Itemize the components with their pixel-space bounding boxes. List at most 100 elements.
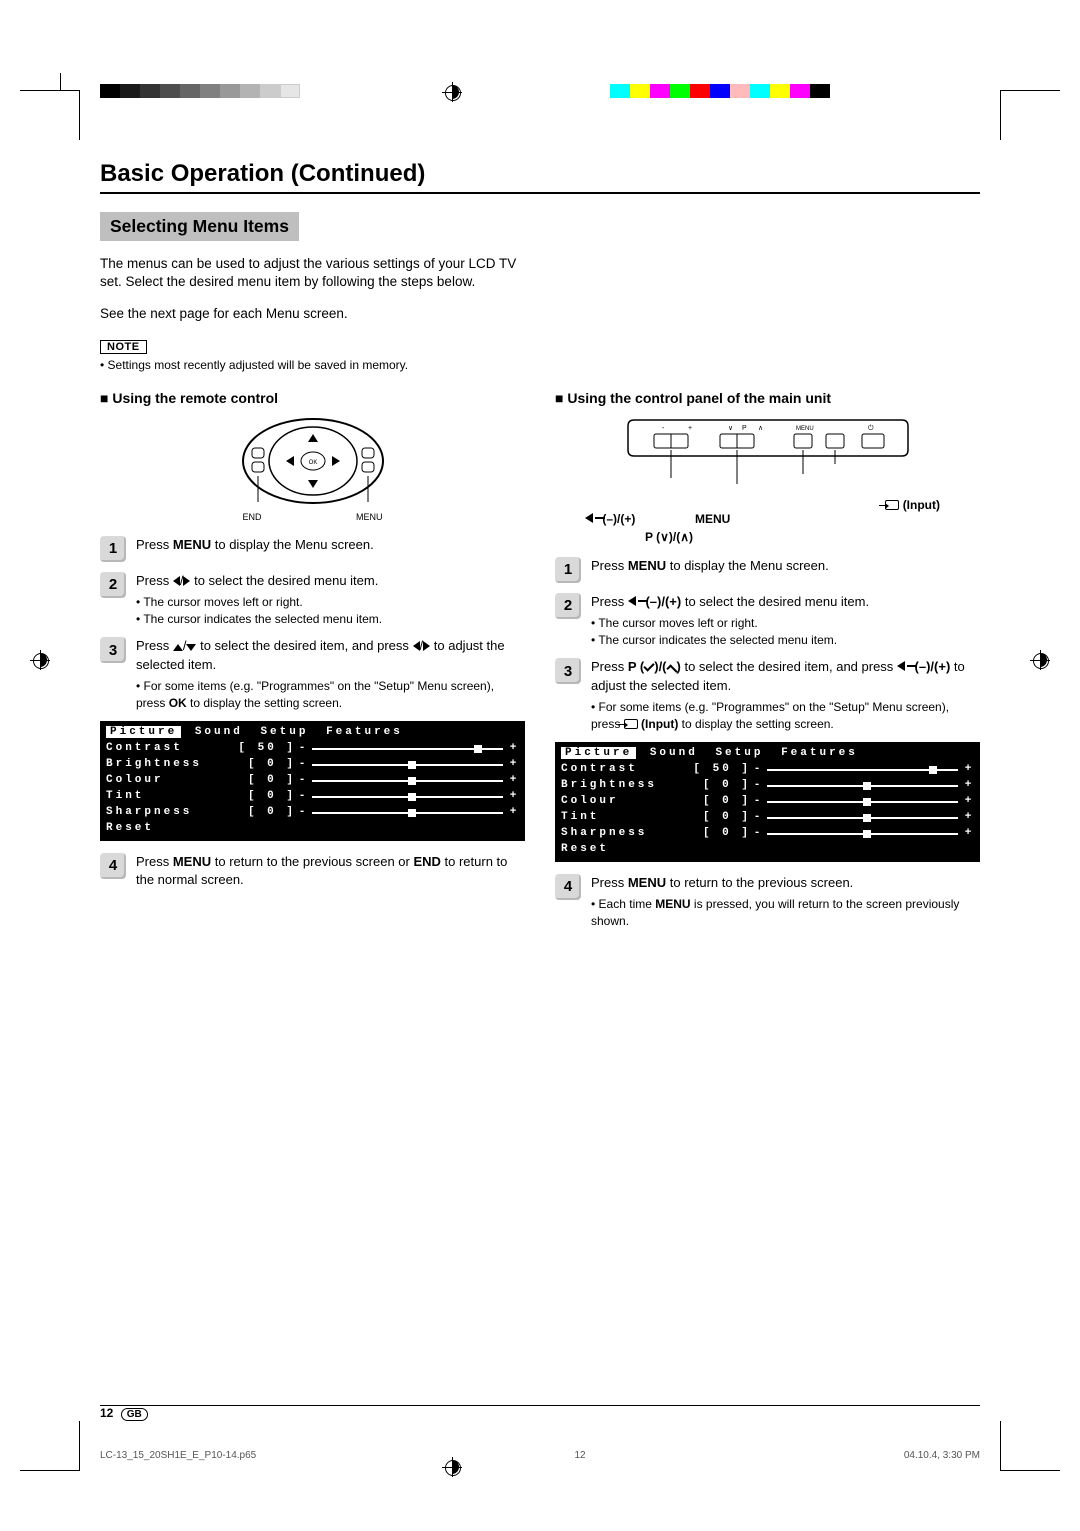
step-number-icon: 4 (100, 853, 126, 879)
right-step-3: 3 Press P ()/() to select the desired it… (555, 658, 980, 732)
osd-menu-picture: Picture Sound Setup Features Contrast[ 5… (100, 721, 525, 841)
step-bullet: The cursor moves left or right. (136, 594, 525, 611)
page-number: 12 GB (100, 1406, 148, 1421)
page-title: Basic Operation (Continued) (100, 160, 980, 188)
section-heading: Selecting Menu Items (100, 212, 299, 241)
osd-row: Colour[ 0 ]-+ (561, 794, 974, 810)
footer-meta: LC-13_15_20SH1E_E_P10-14.p65 12 04.10.4,… (100, 1450, 980, 1461)
step-number-icon: 2 (100, 572, 126, 598)
input-icon (885, 500, 899, 510)
footer-filename: LC-13_15_20SH1E_E_P10-14.p65 (100, 1450, 256, 1461)
note-label: NOTE (100, 340, 147, 354)
crop-mark (1000, 90, 1060, 140)
osd-tab: Sound (191, 726, 247, 738)
osd-row: Sharpness[ 0 ]-+ (106, 805, 519, 821)
left-step-3: 3 Press / to select the desired item, an… (100, 637, 525, 711)
remote-end-label: END (243, 512, 262, 522)
osd-tab: Picture (561, 747, 636, 759)
crop-mark (20, 1421, 80, 1471)
note-text: Settings most recently adjusted will be … (100, 358, 980, 372)
lang-badge: GB (121, 1408, 148, 1421)
right-step-2: 2 Press (–)/(+) to select the desired me… (555, 593, 980, 649)
step-text: Press / to select the desired item, and … (136, 638, 505, 671)
registration-mark (1030, 650, 1050, 670)
osd-row: Contrast[ 50 ]-+ (106, 741, 519, 757)
svg-text:+: + (688, 425, 692, 432)
osd-menu-picture: Picture Sound Setup Features Contrast[ 5… (555, 742, 980, 862)
svg-text:∧: ∧ (758, 425, 763, 432)
svg-text:P: P (742, 425, 747, 432)
step-number-icon: 3 (100, 637, 126, 663)
svg-text:⏻: ⏻ (868, 424, 874, 432)
volume-icon (585, 513, 599, 523)
step-number-icon: 2 (555, 593, 581, 619)
osd-row: Colour[ 0 ]-+ (106, 773, 519, 789)
chevron-up-icon (666, 665, 677, 676)
column-remote: Using the remote control OK (100, 390, 525, 940)
intro-para-1: The menus can be used to adjust the vari… (100, 255, 540, 291)
step-text: Press (–)/(+) to select the desired menu… (591, 594, 869, 609)
footer-timestamp: 04.10.4, 3:30 PM (904, 1450, 980, 1461)
osd-reset: Reset (561, 842, 681, 858)
panel-label-program: P (∨)/(∧) (645, 529, 693, 546)
step-text: Press MENU to return to the previous scr… (136, 854, 507, 887)
right-step-4: 4 Press MENU to return to the previous s… (555, 874, 980, 930)
step-bullet: The cursor moves left or right. (591, 615, 980, 632)
remote-menu-label: MENU (356, 512, 383, 522)
step-bullet: For some items (e.g. "Programmes" on the… (591, 699, 980, 733)
remote-illustration: OK (233, 416, 393, 506)
color-bar (610, 84, 830, 98)
svg-text:MENU: MENU (796, 426, 814, 432)
column-panel: Using the control panel of the main unit… (555, 390, 980, 940)
registration-mark (30, 650, 50, 670)
step-text: Press P ()/() to select the desired item… (591, 659, 965, 692)
osd-row: Sharpness[ 0 ]-+ (561, 826, 974, 842)
osd-tab: Features (322, 726, 407, 738)
step-number-icon: 1 (555, 557, 581, 583)
osd-row: Brightness[ 0 ]-+ (561, 778, 974, 794)
osd-tab: Setup (256, 726, 312, 738)
step-bullet: Each time MENU is pressed, you will retu… (591, 896, 980, 930)
osd-tab: Features (777, 747, 862, 759)
step-text: Press MENU to display the Menu screen. (136, 537, 374, 552)
right-step-1: 1 Press MENU to display the Menu screen. (555, 557, 980, 583)
ok-label: OK (308, 460, 317, 466)
osd-row: Brightness[ 0 ]-+ (106, 757, 519, 773)
step-text: Press MENU to display the Menu screen. (591, 558, 829, 573)
footer-filepage: 12 (574, 1450, 585, 1461)
volume-icon (628, 596, 642, 606)
title-rule (100, 192, 980, 194)
step-text: Press / to select the desired menu item. (136, 573, 378, 588)
crop-mark (1000, 1421, 1060, 1471)
registration-mark (442, 82, 462, 102)
step-text: Press MENU to return to the previous scr… (591, 875, 853, 890)
svg-text:∨: ∨ (728, 425, 733, 432)
left-heading: Using the remote control (100, 390, 525, 406)
left-step-2: 2 Press / to select the desired menu ite… (100, 572, 525, 628)
step-bullet: The cursor indicates the selected menu i… (591, 632, 980, 649)
left-step-1: 1 Press MENU to display the Menu screen. (100, 536, 525, 562)
osd-row: Tint[ 0 ]-+ (561, 810, 974, 826)
osd-reset: Reset (106, 821, 226, 837)
step-number-icon: 3 (555, 658, 581, 684)
step-bullet: For some items (e.g. "Programmes" on the… (136, 678, 525, 712)
osd-tab: Picture (106, 726, 181, 738)
panel-illustration: -+ ∨P∧ MENU ⏻ (618, 416, 918, 489)
osd-row: Tint[ 0 ]-+ (106, 789, 519, 805)
osd-tab: Sound (646, 747, 702, 759)
left-step-4: 4 Press MENU to return to the previous s… (100, 853, 525, 889)
right-heading: Using the control panel of the main unit (555, 390, 980, 406)
step-number-icon: 1 (100, 536, 126, 562)
grayscale-bar (100, 84, 300, 98)
footer-rule (100, 1405, 980, 1406)
step-number-icon: 4 (555, 874, 581, 900)
panel-label-menu: MENU (695, 511, 730, 528)
panel-label-input: (Input) (885, 497, 940, 514)
input-icon (624, 719, 638, 729)
step-bullet: The cursor indicates the selected menu i… (136, 611, 525, 628)
intro-para-2: See the next page for each Menu screen. (100, 305, 540, 323)
osd-row: Contrast[ 50 ]-+ (561, 762, 974, 778)
crop-mark (20, 90, 80, 140)
panel-label-volume: (–)/(+) (585, 511, 635, 528)
volume-icon (897, 661, 911, 671)
